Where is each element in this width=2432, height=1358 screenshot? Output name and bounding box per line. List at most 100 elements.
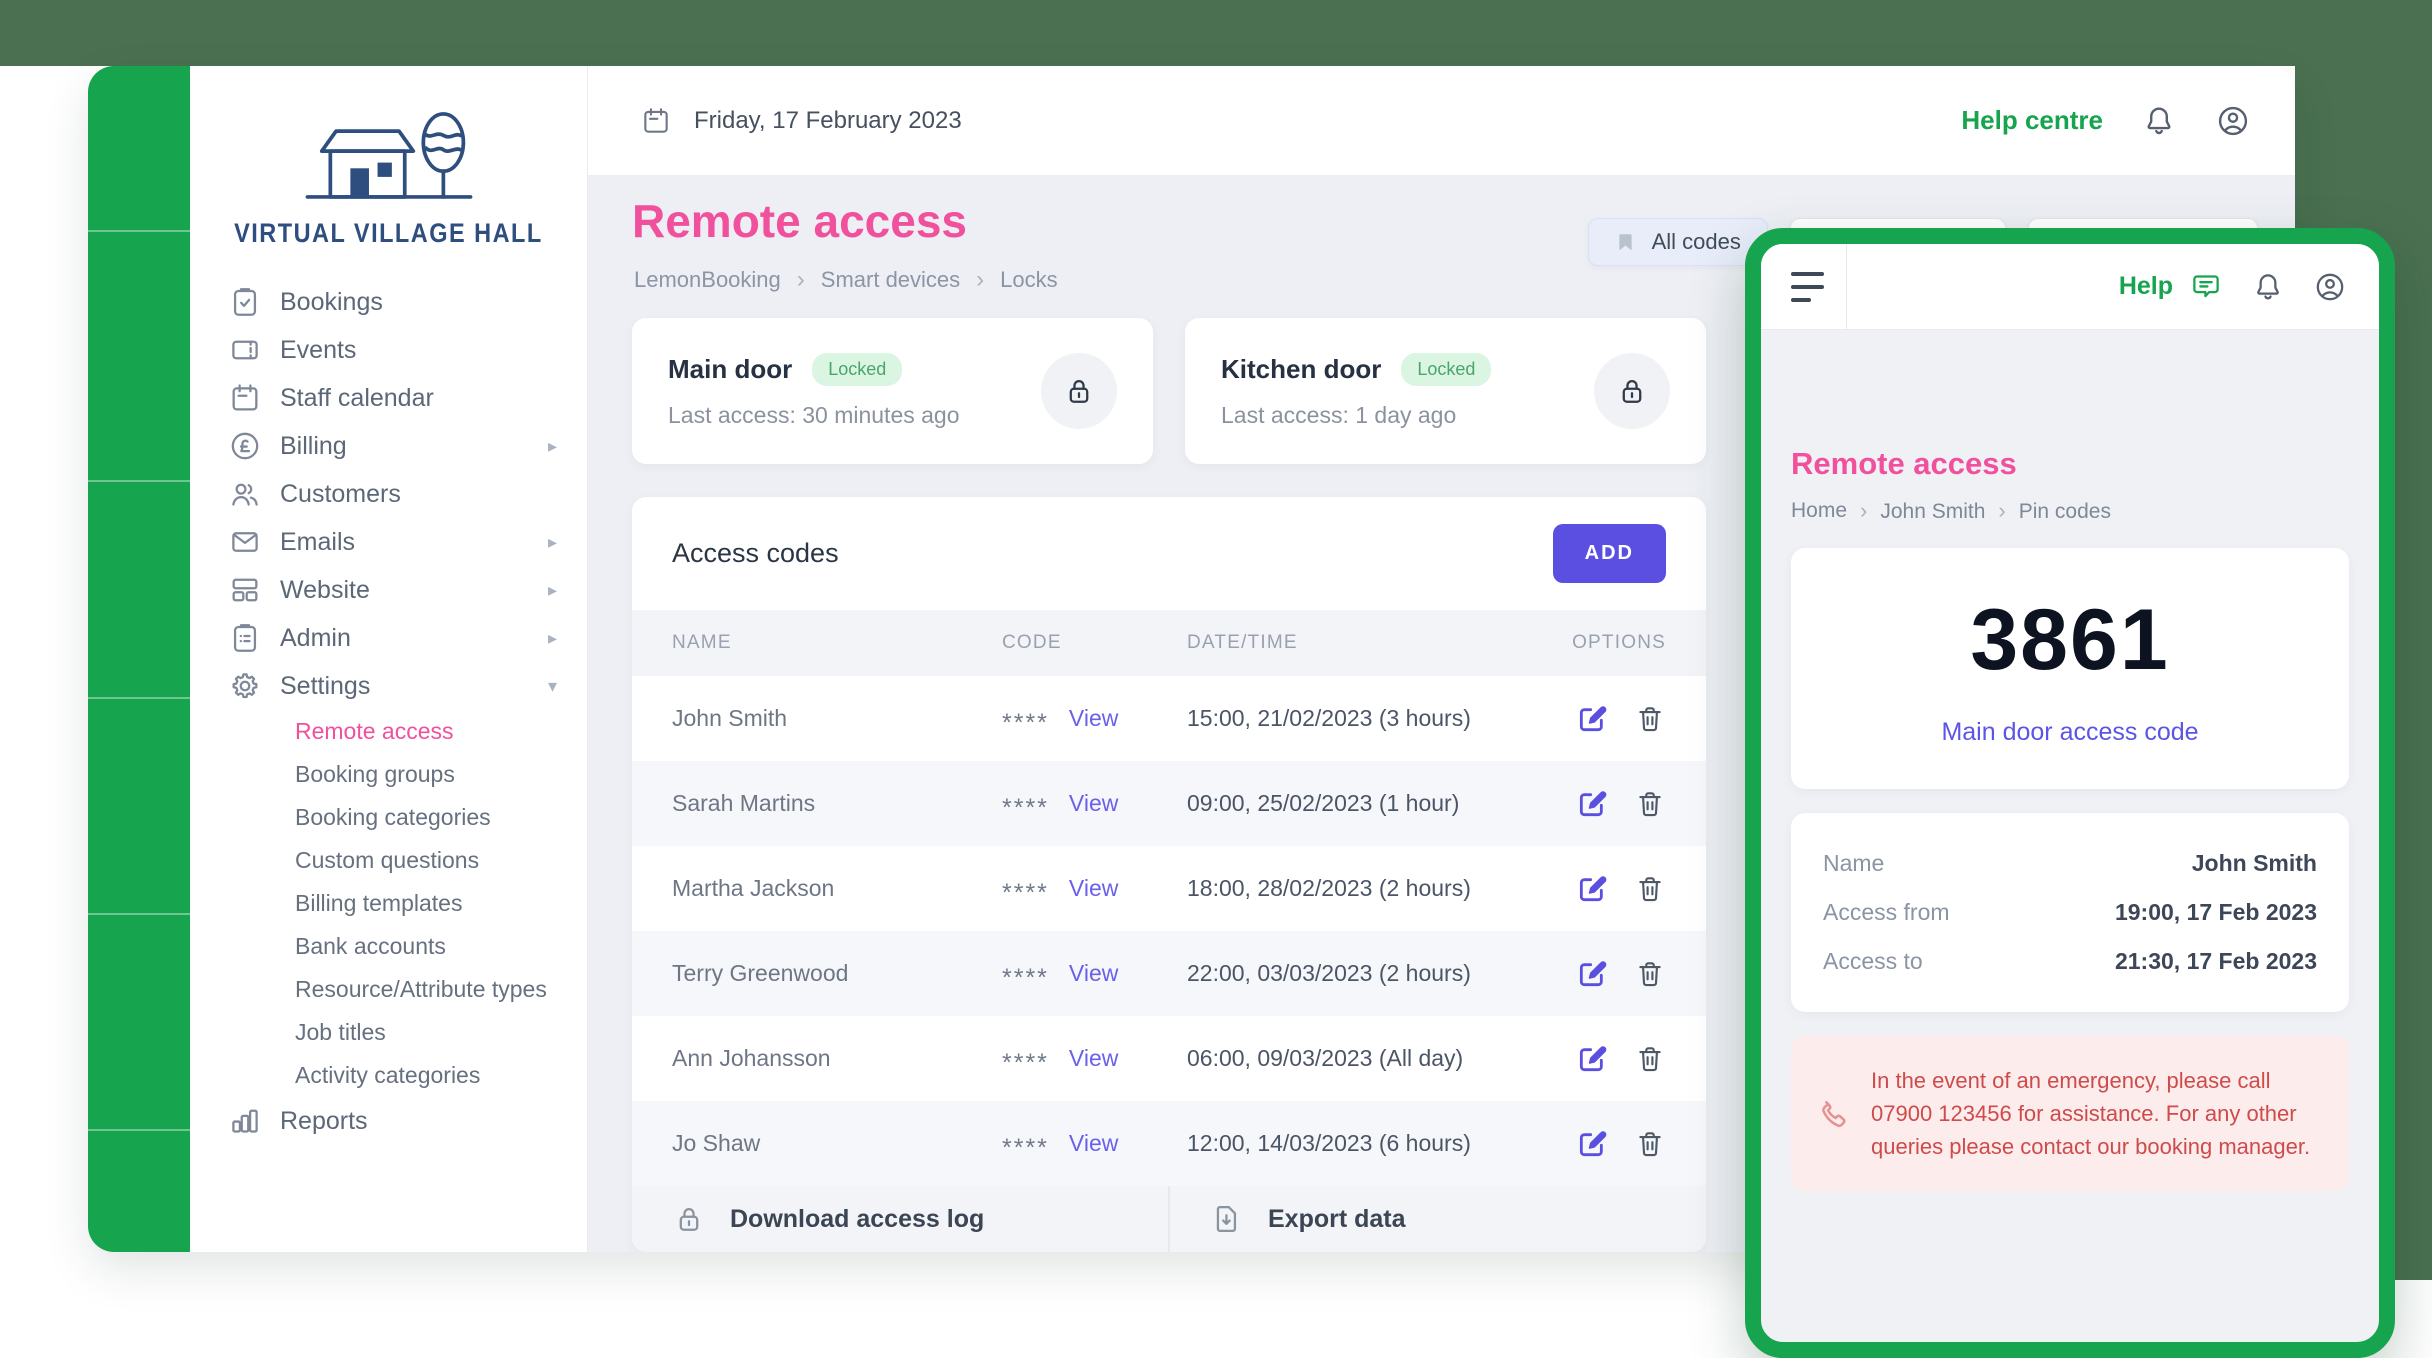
help-centre-link[interactable]: Help centre <box>1961 105 2103 136</box>
delete-button[interactable] <box>1634 788 1666 820</box>
sidebar-item[interactable]: Staff calendar <box>190 374 587 422</box>
breadcrumb-item[interactable]: Pin codes <box>1985 498 2111 524</box>
account-icon[interactable] <box>2313 270 2347 304</box>
sidebar-item[interactable]: Bank accounts <box>190 925 587 968</box>
sidebar-item-icon <box>228 477 262 511</box>
table-row: John Smith **** View 15:00, 21/02/2023 (… <box>632 676 1706 761</box>
delete-button[interactable] <box>1634 703 1666 735</box>
sidebar-nav: Bookings Events Staff calendar Billing ▸ <box>190 278 587 1145</box>
view-code-link[interactable]: View <box>1069 705 1118 732</box>
sidebar-item[interactable]: Billing ▸ <box>190 422 587 470</box>
view-code-link[interactable]: View <box>1069 960 1118 987</box>
view-code-link[interactable]: View <box>1069 790 1118 817</box>
sidebar-item[interactable]: Customers <box>190 470 587 518</box>
delete-button[interactable] <box>1634 1128 1666 1160</box>
breadcrumb-item[interactable]: Smart devices <box>781 266 960 294</box>
edit-button[interactable] <box>1576 958 1608 990</box>
help-link[interactable]: Help <box>2119 270 2223 304</box>
row-datetime: 12:00, 14/03/2023 (6 hours) <box>1187 1130 1536 1157</box>
masked-code: **** <box>1002 794 1049 823</box>
view-code-link[interactable]: View <box>1069 1045 1118 1072</box>
chevron-icon: ▸ <box>548 580 557 601</box>
sidebar-item[interactable]: Emails ▸ <box>190 518 587 566</box>
download-access-log-button[interactable]: Download access log <box>632 1186 1168 1252</box>
bell-icon[interactable] <box>2251 270 2285 304</box>
sidebar-item[interactable]: Booking groups <box>190 753 587 796</box>
padlock-icon <box>672 1202 706 1236</box>
sidebar-item-icon <box>228 1104 262 1138</box>
strip-divider <box>88 480 190 482</box>
view-code-link[interactable]: View <box>1069 875 1118 902</box>
masked-code: **** <box>1002 964 1049 993</box>
sidebar-item[interactable]: Settings ▾ <box>190 662 587 710</box>
view-code-link[interactable]: View <box>1069 1130 1118 1157</box>
chevron-icon: ▸ <box>548 436 557 457</box>
edit-button[interactable] <box>1576 788 1608 820</box>
sidebar-item-icon <box>228 525 262 559</box>
bell-icon[interactable] <box>2141 103 2177 139</box>
add-button[interactable]: ADD <box>1553 524 1666 583</box>
status-badge: Locked <box>812 353 902 386</box>
sidebar-item[interactable]: Resource/Attribute types <box>190 968 587 1011</box>
delete-button[interactable] <box>1634 958 1666 990</box>
door-last-access: Last access: 1 day ago <box>1221 402 1491 429</box>
logo: VIRTUAL VILLAGE HALL <box>190 66 587 248</box>
mobile-header: Help <box>1761 244 2379 330</box>
row-name: Sarah Martins <box>672 790 1002 817</box>
filter-chip[interactable]: All codes <box>1588 218 1768 266</box>
door-cards: Main door Locked Last access: 30 minutes… <box>632 318 1706 464</box>
row-name: Ann Johansson <box>672 1045 1002 1072</box>
sidebar-item[interactable]: Reports <box>190 1097 587 1145</box>
column-header-code: CODE <box>1002 632 1187 654</box>
sidebar-item[interactable]: Activity categories <box>190 1054 587 1097</box>
detail-label: Name <box>1823 850 1884 877</box>
padlock-icon <box>1062 374 1096 408</box>
edit-button[interactable] <box>1576 873 1608 905</box>
account-icon[interactable] <box>2215 103 2251 139</box>
sidebar-item-label: Billing <box>280 432 347 461</box>
emergency-notice-text: In the event of an emergency, please cal… <box>1871 1064 2323 1163</box>
detail-value: 19:00, 17 Feb 2023 <box>2115 899 2317 926</box>
access-codes-title: Access codes <box>672 538 839 569</box>
masked-code: **** <box>1002 879 1049 908</box>
header-date: Friday, 17 February 2023 <box>640 105 962 137</box>
pin-code-card: 3861 Main door access code <box>1791 548 2349 789</box>
lock-toggle-button[interactable] <box>1594 353 1670 429</box>
sidebar-item-label: Settings <box>280 672 370 701</box>
sidebar-item[interactable]: Events <box>190 326 587 374</box>
hamburger-menu-icon[interactable] <box>1761 244 1847 329</box>
delete-button[interactable] <box>1634 873 1666 905</box>
sidebar-item-label: Billing templates <box>295 890 462 917</box>
lock-toggle-button[interactable] <box>1041 353 1117 429</box>
pin-code-caption[interactable]: Main door access code <box>1941 718 2198 747</box>
sidebar-item-label: Customers <box>280 480 401 509</box>
sidebar-item-icon <box>228 333 262 367</box>
sidebar-item[interactable]: Custom questions <box>190 839 587 882</box>
row-datetime: 09:00, 25/02/2023 (1 hour) <box>1187 790 1536 817</box>
strip-divider <box>88 697 190 699</box>
sidebar-item-label: Remote access <box>295 718 454 745</box>
export-data-button[interactable]: Export data <box>1168 1186 1706 1252</box>
detail-value: John Smith <box>2192 850 2317 877</box>
breadcrumb-item[interactable]: Locks <box>960 266 1057 294</box>
sidebar-item[interactable]: Booking categories <box>190 796 587 839</box>
delete-button[interactable] <box>1634 1043 1666 1075</box>
row-datetime: 06:00, 09/03/2023 (All day) <box>1187 1045 1536 1072</box>
sidebar-item[interactable]: Remote access <box>190 710 587 753</box>
sidebar-item[interactable]: Website ▸ <box>190 566 587 614</box>
edit-button[interactable] <box>1576 703 1608 735</box>
breadcrumb-item[interactable]: John Smith <box>1847 498 1985 524</box>
sidebar-item[interactable]: Job titles <box>190 1011 587 1054</box>
door-name: Kitchen door <box>1221 354 1381 385</box>
sidebar-item[interactable]: Billing templates <box>190 882 587 925</box>
breadcrumb-item[interactable]: LemonBooking <box>634 267 781 293</box>
strip-divider <box>88 913 190 915</box>
file-download-icon <box>1210 1202 1244 1236</box>
edit-button[interactable] <box>1576 1043 1608 1075</box>
sidebar-item[interactable]: Admin ▸ <box>190 614 587 662</box>
door-card: Kitchen door Locked Last access: 1 day a… <box>1185 318 1706 464</box>
edit-button[interactable] <box>1576 1128 1608 1160</box>
sidebar-item[interactable]: Bookings <box>190 278 587 326</box>
breadcrumb-item[interactable]: Home <box>1791 499 1847 523</box>
mobile-preview-panel: Help Remote access HomeJohn SmithPin cod… <box>1745 228 2395 1358</box>
